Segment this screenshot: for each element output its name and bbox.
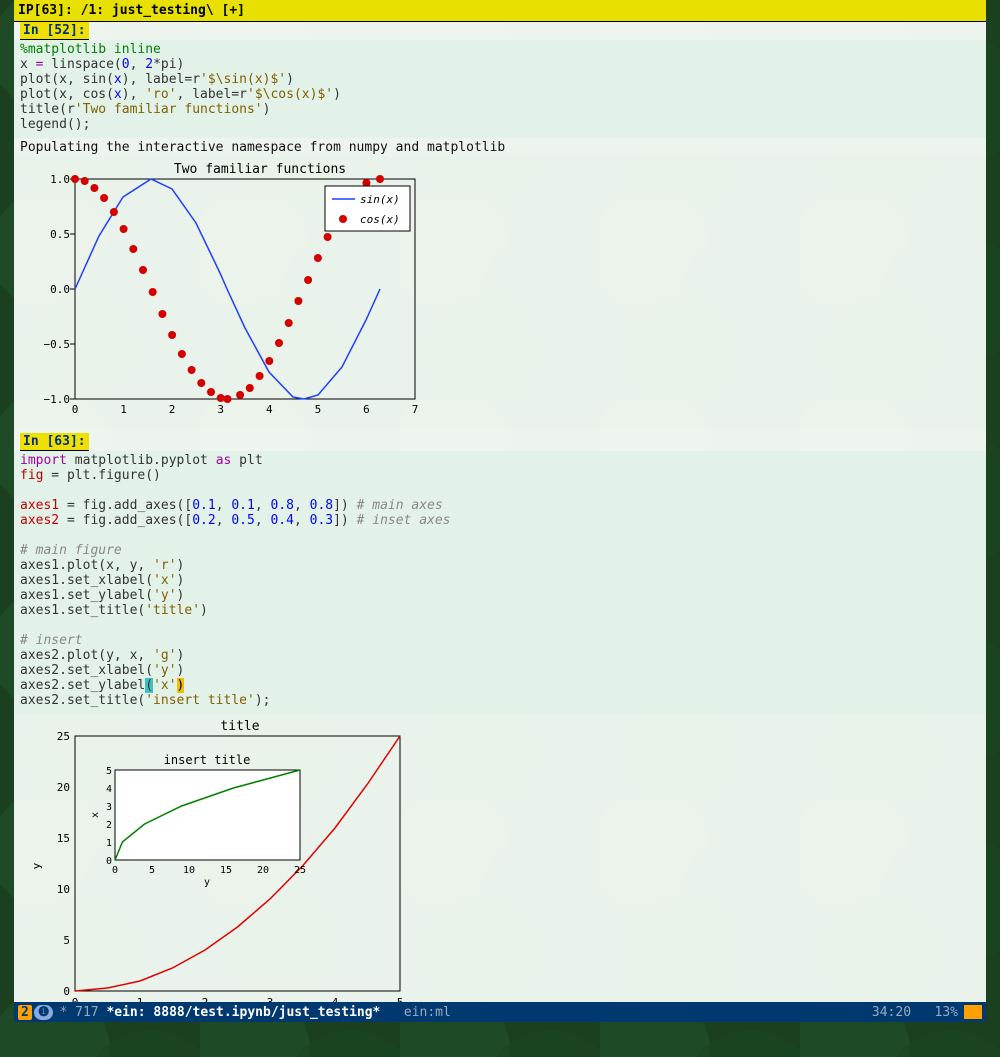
in-prompt-63: In [63]: bbox=[20, 433, 89, 451]
plot-output-52: Two familiar functions 1.0 0.5 0.0 −0.5 … bbox=[14, 157, 986, 429]
svg-text:0: 0 bbox=[112, 865, 118, 876]
svg-text:cos(x): cos(x) bbox=[360, 213, 400, 226]
svg-text:1: 1 bbox=[120, 403, 127, 416]
svg-text:0.5: 0.5 bbox=[50, 228, 70, 241]
code-area-52[interactable]: %matplotlib inline x = linspace(0, 2*pi)… bbox=[14, 40, 986, 138]
svg-text:x: x bbox=[90, 812, 101, 818]
stdout-52: Populating the interactive namespace fro… bbox=[14, 138, 986, 157]
window-number: ❶ bbox=[34, 1005, 54, 1020]
svg-text:25: 25 bbox=[294, 865, 306, 876]
svg-text:2: 2 bbox=[106, 820, 112, 831]
buffer-name: *ein: 8888/test.ipynb/just_testing* bbox=[106, 1005, 380, 1020]
svg-text:sin(x): sin(x) bbox=[360, 193, 400, 206]
svg-text:1: 1 bbox=[106, 838, 112, 849]
svg-text:0: 0 bbox=[63, 985, 70, 998]
line-col: 34:20 bbox=[872, 1005, 911, 1020]
svg-text:5: 5 bbox=[63, 934, 70, 947]
svg-text:4: 4 bbox=[266, 403, 273, 416]
svg-text:10: 10 bbox=[57, 883, 70, 896]
code-area-63[interactable]: import matplotlib.pyplot as plt fig = pl… bbox=[14, 451, 986, 714]
svg-text:−0.5: −0.5 bbox=[44, 338, 71, 351]
svg-text:25: 25 bbox=[57, 730, 70, 743]
mode-line: 2 ❶ * 717 *ein: 8888/test.ipynb/just_tes… bbox=[14, 1002, 986, 1022]
svg-text:5: 5 bbox=[106, 766, 112, 777]
svg-text:5: 5 bbox=[315, 403, 322, 416]
svg-text:6: 6 bbox=[363, 403, 370, 416]
svg-text:4: 4 bbox=[106, 784, 112, 795]
cell-63: In [63]: import matplotlib.pyplot as plt… bbox=[14, 433, 986, 1022]
buffer-size: 717 bbox=[75, 1005, 98, 1020]
svg-text:y: y bbox=[204, 877, 210, 888]
svg-text:15: 15 bbox=[57, 832, 70, 845]
modified-indicator: * bbox=[59, 1005, 67, 1020]
svg-text:insert title: insert title bbox=[164, 753, 251, 767]
plot-output-63: title 252015 1050 012 345 x y bbox=[14, 714, 986, 1022]
svg-text:3: 3 bbox=[217, 403, 224, 416]
svg-text:1.0: 1.0 bbox=[50, 173, 70, 186]
modeline-end-icon bbox=[964, 1005, 982, 1019]
chart2-title: title bbox=[220, 719, 259, 734]
scroll-percent: 13% bbox=[935, 1005, 958, 1020]
chart1-legend: sin(x) cos(x) bbox=[325, 186, 410, 231]
major-mode: ein:ml bbox=[404, 1005, 451, 1020]
cursor: ) bbox=[177, 678, 185, 693]
svg-text:−1.0: −1.0 bbox=[44, 393, 71, 406]
matching-paren: ( bbox=[145, 678, 153, 693]
workspace-badge: 2 bbox=[18, 1005, 32, 1020]
in-prompt-52: In [52]: bbox=[20, 22, 89, 40]
cell-52: In [52]: %matplotlib inline x = linspace… bbox=[14, 22, 986, 429]
svg-text:y: y bbox=[30, 862, 43, 869]
editor-frame: IP[63]: /1: just_testing\ [+] In [52]: %… bbox=[14, 0, 986, 1022]
svg-text:20: 20 bbox=[57, 781, 70, 794]
svg-text:5: 5 bbox=[149, 865, 155, 876]
svg-text:20: 20 bbox=[257, 865, 269, 876]
svg-text:2: 2 bbox=[169, 403, 176, 416]
svg-text:3: 3 bbox=[106, 802, 112, 813]
chart1-title: Two familiar functions bbox=[174, 162, 346, 177]
svg-text:0: 0 bbox=[72, 403, 79, 416]
svg-text:0.0: 0.0 bbox=[50, 283, 70, 296]
inset-chart: insert title 543 210 0510 152025 y x bbox=[90, 753, 306, 888]
svg-text:7: 7 bbox=[412, 403, 419, 416]
svg-text:15: 15 bbox=[220, 865, 232, 876]
notebook-content[interactable]: In [52]: %matplotlib inline x = linspace… bbox=[14, 22, 986, 1022]
title-bar: IP[63]: /1: just_testing\ [+] bbox=[14, 0, 986, 22]
svg-text:10: 10 bbox=[183, 865, 195, 876]
